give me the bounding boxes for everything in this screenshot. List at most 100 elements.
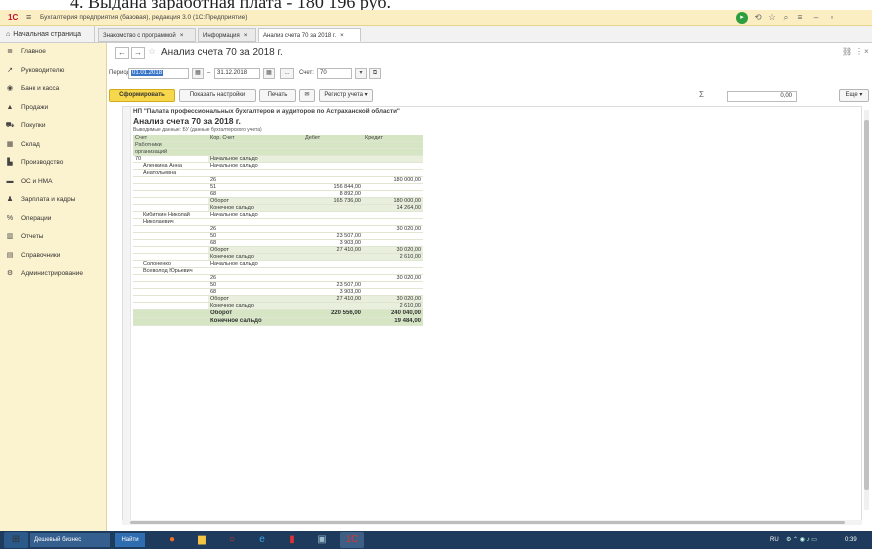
minimize-icon[interactable]: – — [810, 12, 822, 22]
tab-home[interactable]: ⌂ Начальная страница — [0, 26, 95, 43]
close-icon[interactable]: × — [244, 32, 248, 39]
table-row[interactable]: 26 30 020,00 — [133, 274, 423, 282]
dropdown-icon[interactable]: ▾ — [355, 68, 367, 79]
table-row[interactable]: 51 156 844,00 — [133, 183, 423, 191]
app-icon-2[interactable]: ▮ — [280, 532, 304, 548]
link-icon[interactable]: ⛓ — [842, 47, 852, 56]
open-icon[interactable]: ⧉ — [369, 68, 381, 79]
more-button[interactable]: Еще ▾ — [839, 89, 869, 102]
taskbar-search[interactable]: Найти — [115, 533, 145, 547]
sidebar-item[interactable]: ▬ ОС и НМА — [0, 176, 107, 188]
column-header — [363, 148, 423, 156]
register-button[interactable]: Регистр учета ▾ — [319, 89, 373, 102]
table-row[interactable]: 68 3 903,00 — [133, 288, 423, 296]
opera-icon[interactable]: ○ — [220, 532, 244, 548]
table-row[interactable]: Конечное сальдо 19 484,00 — [133, 317, 423, 326]
report-sheet[interactable]: НП "Палата профессиональных бухгалтеров … — [122, 106, 862, 525]
sidebar-item[interactable]: ▥ Отчеты — [0, 231, 107, 243]
settings-menu-icon[interactable]: ≡ — [794, 12, 806, 22]
tab-info[interactable]: Информация × — [198, 28, 256, 42]
table-row[interactable]: Конечное сальдо 2 610,00 — [133, 302, 423, 310]
language-indicator[interactable]: RU — [770, 533, 779, 547]
table-row[interactable]: Аленкина Анна Начальное сальдо — [133, 162, 423, 170]
email-icon[interactable]: ✉ — [299, 89, 315, 102]
sidebar-item[interactable]: ↗ Руководителю — [0, 65, 107, 77]
app-icon-3[interactable]: ▣ — [310, 532, 334, 548]
table-row[interactable]: Оборот 220 556,00 240 040,00 — [133, 309, 423, 318]
maximize-icon[interactable]: ▫ — [826, 12, 838, 22]
forward-button[interactable]: → — [131, 47, 145, 59]
app-icon-1[interactable]: ● — [160, 532, 184, 548]
period-from-field[interactable]: 01.01.2018 — [128, 68, 189, 79]
sidebar-item-label: Производство — [21, 159, 64, 166]
close-icon[interactable]: × — [180, 32, 184, 39]
start-icon[interactable]: ⊞ — [4, 532, 28, 548]
close-icon[interactable]: × — [340, 32, 344, 39]
taskbar-browser-tab[interactable]: Дешевый бизнес — [30, 533, 110, 547]
sidebar-item[interactable]: ▦ Склад — [0, 139, 107, 151]
close-form-icon[interactable]: × — [864, 47, 869, 56]
sidebar-item[interactable]: ▙ Производство — [0, 157, 107, 169]
vertical-scrollbar[interactable] — [864, 110, 869, 510]
back-button[interactable]: ← — [115, 47, 129, 59]
folder-icon[interactable]: ▆ — [190, 532, 214, 548]
generate-button[interactable]: Сформировать — [109, 89, 175, 102]
cell-credit — [363, 239, 423, 247]
table-row[interactable]: Кибиткин Николай Начальное сальдо — [133, 211, 423, 219]
sidebar-item[interactable]: ⚙ Администрирование — [0, 268, 107, 280]
sidebar-item[interactable]: ▲ Продажи — [0, 102, 107, 114]
browser-icon[interactable]: e — [250, 532, 274, 548]
show-settings-button[interactable]: Показать настройки — [179, 89, 256, 102]
table-row[interactable]: Солоненко Начальное сальдо — [133, 260, 423, 268]
tray-icons[interactable]: ⚙ ⌃ ◉ ♪ ▭ — [786, 533, 817, 547]
column-header — [208, 148, 303, 156]
table-row[interactable]: Всеволод Юрьевич — [133, 267, 423, 275]
sum-field[interactable]: 0,00 — [727, 91, 797, 102]
info-center-icon[interactable]: ▸ — [736, 12, 748, 24]
cell-credit: 2 610,00 — [363, 253, 423, 261]
search-icon[interactable]: ⌕ — [780, 12, 792, 23]
history-icon[interactable]: ⟲ — [752, 12, 764, 23]
sidebar-item[interactable]: ▤ Справочники — [0, 250, 107, 262]
account-field[interactable]: 70 — [317, 68, 352, 79]
cell-corr-account: 68 — [208, 239, 303, 247]
period-select-button[interactable]: ... — [280, 68, 294, 79]
document-fragment-text: 4. Выдана заработная плата - 180 196 руб… — [70, 0, 392, 10]
horizontal-scrollbar[interactable] — [122, 520, 862, 525]
tab-account-analysis[interactable]: Анализ счета 70 за 2018 г. × — [258, 28, 361, 42]
more-actions-icon[interactable]: ⋮ — [855, 47, 863, 56]
table-row[interactable]: 50 23 507,00 — [133, 232, 423, 240]
print-button[interactable]: Печать — [259, 89, 296, 102]
scroll-thumb[interactable] — [864, 120, 869, 490]
table-row[interactable]: Анатольевна — [133, 169, 423, 177]
table-row[interactable]: 68 3 903,00 — [133, 239, 423, 247]
table-row[interactable]: 26 180 000,00 — [133, 176, 423, 184]
table-row[interactable]: 50 23 507,00 — [133, 281, 423, 289]
main-menu-icon[interactable]: ≡ — [26, 12, 31, 22]
tabs-bar: ⌂ Начальная страница Знакомство с програм… — [0, 26, 872, 43]
period-to-field[interactable]: 31.12.2018 — [214, 68, 260, 79]
table-row[interactable]: Конечное сальдо 14 264,00 — [133, 204, 423, 212]
app-1c-icon[interactable]: 1С — [340, 532, 364, 548]
sidebar-item[interactable]: ♟ Зарплата и кадры — [0, 194, 107, 206]
favorite-star-icon[interactable]: ☆ — [148, 46, 156, 57]
favorites-icon[interactable]: ☆ — [766, 12, 778, 23]
scroll-thumb[interactable] — [130, 521, 845, 524]
tab-intro[interactable]: Знакомство с программой × — [98, 28, 196, 42]
sidebar-item[interactable]: ⛟ Покупки — [0, 120, 107, 132]
cell-credit: 30 020,00 — [363, 274, 423, 282]
calendar-icon[interactable]: ▦ — [192, 68, 204, 79]
table-row[interactable]: 26 30 020,00 — [133, 225, 423, 233]
sidebar-item[interactable]: ◉ Банк и касса — [0, 83, 107, 95]
table-row[interactable]: 68 8 892,00 — [133, 190, 423, 198]
table-header-row: организаций — [133, 148, 423, 156]
sidebar-item[interactable]: ≣ Главное — [0, 46, 107, 58]
table-row[interactable]: 70 Начальное сальдо — [133, 155, 423, 163]
table-row[interactable]: Оборот 27 410,00 30 020,00 — [133, 295, 423, 303]
table-row[interactable]: Конечное сальдо 2 610,00 — [133, 253, 423, 261]
table-row[interactable]: Оборот 165 736,00 180 000,00 — [133, 197, 423, 205]
table-row[interactable]: Оборот 27 410,00 30 020,00 — [133, 246, 423, 254]
sidebar-item[interactable]: % Операции — [0, 213, 107, 225]
table-row[interactable]: Николаевич — [133, 218, 423, 226]
calendar-icon[interactable]: ▦ — [263, 68, 275, 79]
